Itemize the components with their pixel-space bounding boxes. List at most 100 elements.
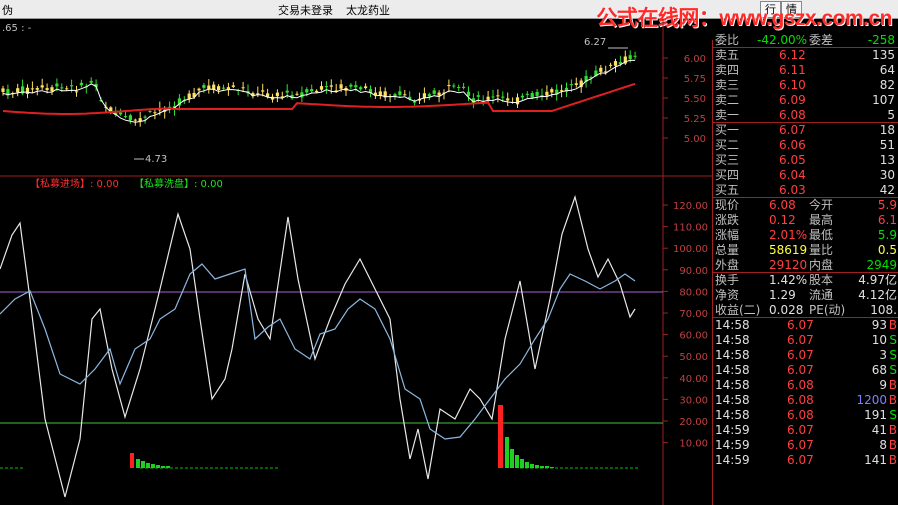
tick-time: 14:58 [715, 348, 750, 362]
candle-body [452, 85, 456, 87]
candle-body [496, 95, 500, 97]
tick-price: 6.08 [787, 393, 814, 407]
title-bar: 伪 交易未登录 太龙药业 行 情 公式在线网：www.gszx.com.cn [0, 0, 898, 30]
candle-body [55, 83, 59, 87]
candle-body [202, 85, 206, 88]
fundamental-value: 0.028 [769, 303, 804, 317]
fundamental-label: 换手 [715, 273, 740, 287]
candle-body [501, 96, 505, 98]
stat-label: 现价 [715, 198, 740, 212]
stock-name: 太龙药业 [346, 4, 390, 17]
tick-time: 14:58 [715, 408, 750, 422]
ask-price: 6.12 [779, 48, 806, 62]
shakeout-bar [540, 466, 544, 468]
indicator-axis: 120.00 110.00 100.00 90.00 80.00 70.00 60.00 50… [663, 201, 708, 450]
ask-level-label: 卖五 [715, 48, 740, 62]
fundamental-label: 流通 [809, 288, 834, 302]
candle-body [628, 55, 632, 59]
candle-body [207, 85, 211, 90]
stat-value: 58619 [769, 243, 808, 257]
shakeout-bar [136, 459, 140, 468]
stat-label: 量比 [809, 243, 834, 257]
bid-level-label: 买一 [715, 123, 740, 137]
candle-body [89, 80, 93, 83]
bid-level-label: 买三 [715, 153, 740, 167]
tick-volume: 1200 [856, 393, 887, 407]
tick-volume: 8 [879, 438, 887, 452]
high-marker-label: 6.27 [584, 37, 606, 48]
candle-body [466, 91, 471, 96]
shakeout-bar [161, 466, 165, 468]
bid-price: 6.06 [779, 138, 806, 152]
tick-flag: B [888, 378, 897, 392]
tick-flag: S [889, 363, 897, 377]
price-tick-label: 5.75 [684, 74, 706, 85]
shakeout-bar [141, 461, 145, 468]
price-tick-label: 5.50 [684, 94, 706, 105]
candle-body [535, 91, 539, 96]
candle-body [197, 88, 201, 91]
tick-time: 14:59 [715, 438, 750, 452]
candle-body [310, 88, 314, 92]
ask-price: 6.11 [779, 63, 806, 77]
tick-time: 14:58 [715, 363, 750, 377]
candle-body [74, 91, 79, 93]
candle-body [285, 90, 289, 93]
tick-time: 14:59 [715, 423, 750, 437]
indicator-tick-label: 110.00 [673, 223, 708, 234]
indicator-tick-label: 40.00 [679, 374, 708, 385]
candle-body [119, 112, 123, 115]
stat-value: 5.9 [877, 198, 897, 212]
indicator-tick-label: 60.00 [679, 331, 708, 342]
tick-price: 6.07 [787, 348, 814, 362]
chart-area[interactable]: 6.00 5.75 5.50 5.25 5.00 .65 : - 6.27 4.73 【… [0, 19, 712, 505]
order-ratio-label: 委比 [715, 33, 740, 47]
window-title-fragment: 伪 [2, 4, 13, 17]
tick-price: 6.07 [787, 318, 814, 332]
candle-body [79, 82, 83, 86]
price-tick-label: 6.00 [684, 54, 706, 65]
candle-body [128, 115, 132, 121]
price-tick-label: 5.00 [684, 134, 706, 145]
shakeout-bar [166, 466, 170, 468]
stat-value: 6.08 [769, 198, 796, 212]
stat-value: 6.1 [877, 213, 897, 227]
tick-volume: 3 [879, 348, 887, 362]
quote-panel: 委比 -42.00% 委差 -258 卖五 6.12 135 卖四 6.11 64 卖三 6.10 82… [712, 33, 898, 505]
bid-price: 6.07 [779, 123, 806, 137]
tick-time: 14:58 [715, 318, 750, 332]
candle-body [447, 85, 451, 87]
fundamental-value: 1.29 [769, 288, 796, 302]
indicator-tick-label: 120.00 [673, 201, 708, 212]
shakeout-bar [550, 467, 554, 468]
shakeout-bar [505, 437, 509, 468]
ask-level-label: 卖二 [715, 93, 740, 107]
stat-label: 最低 [809, 228, 834, 242]
candle-body [574, 83, 578, 85]
tick-volume: 68 [871, 363, 887, 377]
ask-level-label: 卖一 [715, 108, 740, 122]
candle-body [261, 90, 265, 92]
ask-price: 6.08 [779, 108, 806, 122]
candle-body [437, 92, 441, 96]
indicator-tick-label: 80.00 [679, 287, 708, 298]
indicator-tick-label: 50.00 [679, 352, 708, 363]
stat-value: 0.12 [769, 213, 796, 227]
candle-body [486, 96, 490, 100]
candle-body [143, 116, 147, 118]
tick-flag: B [888, 453, 897, 467]
ask-volume: 5 [887, 108, 895, 122]
bid-price: 6.03 [779, 183, 806, 197]
bid-volume: 30 [879, 168, 895, 182]
tick-flag: B [888, 393, 897, 407]
login-status: 交易未登录 [278, 4, 333, 17]
candle-body [153, 112, 157, 114]
tick-time: 14:58 [715, 333, 750, 347]
shakeout-bar [146, 463, 150, 468]
indicator-tick-label: 100.00 [673, 244, 708, 255]
tick-volume: 41 [871, 423, 887, 437]
bid-volume: 13 [879, 153, 895, 167]
bid-level-label: 买二 [715, 138, 740, 152]
tick-volume: 9 [879, 378, 887, 392]
candle-body [315, 90, 319, 93]
